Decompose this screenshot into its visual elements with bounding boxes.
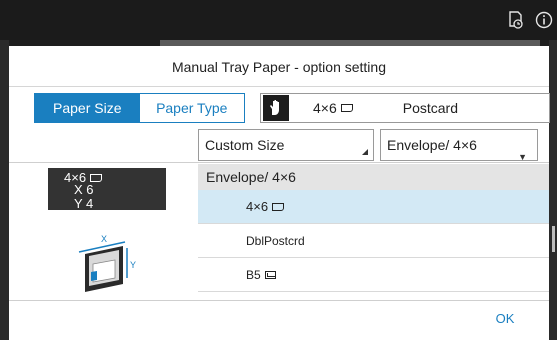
- size-panel-y: Y 4: [74, 196, 94, 211]
- job-history-icon[interactable]: [505, 9, 527, 31]
- list-item-label: B5: [246, 267, 261, 282]
- list-item[interactable]: DblPostcrd: [198, 224, 549, 258]
- tab-paper-size[interactable]: Paper Size: [35, 94, 140, 122]
- divider: [9, 300, 549, 301]
- list-scrollbar[interactable]: [552, 226, 555, 252]
- manual-tray-illustration: X Y: [78, 234, 136, 292]
- divider: [9, 162, 549, 163]
- current-paper-display: 4×6 Postcard: [260, 93, 550, 123]
- tab-paper-type[interactable]: Paper Type: [139, 94, 244, 122]
- list-item[interactable]: 4×6: [198, 190, 549, 224]
- ok-button[interactable]: OK: [474, 306, 536, 332]
- paper-orientation-icon: [340, 104, 353, 112]
- custom-size-button[interactable]: Custom Size: [198, 129, 374, 161]
- info-icon[interactable]: [533, 9, 555, 31]
- tray-x-label: X: [101, 234, 107, 244]
- envelope-icon: [264, 270, 276, 279]
- background-panel-right: [549, 40, 557, 340]
- envelope-size-select[interactable]: Envelope/ 4×6 ▼: [380, 129, 538, 162]
- paper-size-list: Envelope/ 4×6 4×6 DblPostcrd B5: [198, 164, 549, 298]
- paper-orientation-icon: [90, 173, 103, 182]
- tray-y-label: Y: [130, 260, 136, 270]
- size-panel-x: X 6: [74, 182, 94, 197]
- custom-size-label: Custom Size: [205, 137, 285, 153]
- current-paper-size: 4×6: [313, 100, 353, 116]
- list-item-label: DblPostcrd: [246, 233, 305, 248]
- background-panel-left: [0, 40, 9, 340]
- list-item-label: 4×6: [246, 199, 269, 214]
- list-item[interactable]: B5: [198, 258, 549, 292]
- list-group-header: Envelope/ 4×6: [198, 164, 549, 190]
- selected-size-panel: 4×6 X 6 Y 4: [48, 168, 166, 211]
- current-paper-type: Postcard: [402, 100, 458, 116]
- dialog-title: Manual Tray Paper - option setting: [171, 59, 386, 75]
- corner-indicator-icon: [362, 149, 368, 155]
- envelope-select-value: Envelope/ 4×6: [387, 137, 477, 153]
- paper-orientation-icon: [272, 202, 285, 211]
- tab-group: Paper Size Paper Type: [34, 93, 245, 123]
- option-setting-dialog: Manual Tray Paper - option setting Paper…: [9, 46, 555, 340]
- hand-feed-icon: [263, 95, 289, 121]
- top-bar: [0, 0, 557, 40]
- current-paper-size-text: 4×6: [313, 100, 337, 116]
- divider: [9, 86, 549, 87]
